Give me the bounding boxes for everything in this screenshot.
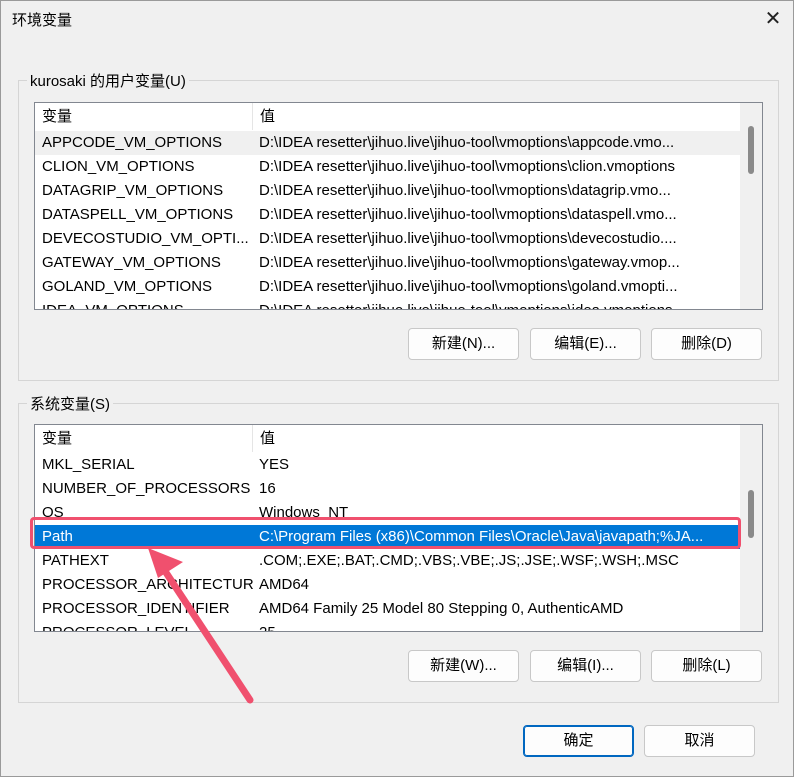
dialog-title: 环境变量 bbox=[12, 12, 73, 29]
table-row[interactable]: PATHEXT .COM;.EXE;.BAT;.CMD;.VBS;.VBE;.JS… bbox=[35, 549, 741, 573]
variable-name: DATASPELL_VM_OPTIONS bbox=[42, 206, 234, 223]
variable-value: D:\IDEA resetter\jihuo.live\jihuo-tool\v… bbox=[259, 254, 680, 271]
variable-name: DEVECOSTUDIO_VM_OPTI... bbox=[42, 230, 249, 247]
user-edit-button[interactable]: 编辑(E)... bbox=[530, 328, 641, 360]
system-edit-button[interactable]: 编辑(I)... bbox=[530, 650, 641, 682]
variable-value: D:\IDEA resetter\jihuo.live\jihuo-tool\v… bbox=[259, 230, 677, 247]
variable-value: 25 bbox=[253, 621, 741, 631]
table-row[interactable]: APPCODE_VM_OPTIONS D:\IDEA resetter\jihuo… bbox=[35, 131, 741, 155]
variable-name: PATHEXT bbox=[42, 552, 109, 569]
variable-value: D:\IDEA resetter\jihuo.live\jihuo-tool\v… bbox=[259, 278, 678, 295]
table-row[interactable]: DEVECOSTUDIO_VM_OPTI... D:\IDEA resetter\… bbox=[35, 227, 741, 251]
scrollbar[interactable] bbox=[740, 425, 762, 631]
variable-name: NUMBER_OF_PROCESSORS bbox=[42, 480, 251, 497]
list-header: 变量 值 bbox=[35, 425, 741, 453]
variable-name: DATAGRIP_VM_OPTIONS bbox=[42, 182, 224, 199]
column-header-value[interactable]: 值 bbox=[253, 425, 275, 452]
column-header-variable[interactable]: 变量 bbox=[35, 103, 253, 130]
variable-value: YES bbox=[259, 456, 290, 473]
variable-name: CLION_VM_OPTIONS bbox=[42, 158, 195, 175]
variable-value: Windows_NT bbox=[259, 504, 349, 521]
variable-name: GOLAND_VM_OPTIONS bbox=[42, 278, 213, 295]
user-delete-button[interactable]: 删除(D) bbox=[651, 328, 762, 360]
system-new-button[interactable]: 新建(W)... bbox=[408, 650, 519, 682]
user-variables-list[interactable]: 变量 值 APPCODE_VM_OPTIONS D:\IDEA resetter\… bbox=[34, 102, 763, 310]
variable-name: PROCESSOR_LEVEL bbox=[35, 621, 253, 631]
variable-name: PROCESSOR_ARCHITECTURE bbox=[42, 576, 253, 593]
table-row[interactable]: OS Windows_NT bbox=[35, 501, 741, 525]
cancel-button[interactable]: 取消 bbox=[644, 725, 755, 757]
variable-name: OS bbox=[42, 504, 64, 521]
variable-name: APPCODE_VM_OPTIONS bbox=[42, 134, 223, 151]
table-row[interactable]: MKL_SERIAL YES bbox=[35, 453, 741, 477]
variable-value: D:\IDEA resetter\jihuo.live\jihuo-tool\v… bbox=[259, 134, 675, 151]
variable-value: D:\IDEA resetter\jihuo.live\jihuo-tool\v… bbox=[259, 158, 676, 175]
scrollbar[interactable] bbox=[740, 103, 762, 309]
variable-name: Path bbox=[42, 528, 73, 545]
close-icon[interactable]: ✕ bbox=[761, 7, 785, 31]
variable-name: MKL_SERIAL bbox=[42, 456, 135, 473]
variable-name: GATEWAY_VM_OPTIONS bbox=[42, 254, 221, 271]
system-variables-legend: 系统变量(S) bbox=[27, 393, 113, 414]
variable-value: D:\IDEA resetter\jihuo.live\jihuo-tool\v… bbox=[259, 206, 677, 223]
column-header-value[interactable]: 值 bbox=[253, 103, 275, 130]
table-row[interactable]: PROCESSOR_ARCHITECTURE AMD64 bbox=[35, 573, 741, 597]
table-row[interactable]: PROCESSOR_IDENTIFIER AMD64 Family 25 Mode… bbox=[35, 597, 741, 621]
table-row[interactable]: GATEWAY_VM_OPTIONS D:\IDEA resetter\jihuo… bbox=[35, 251, 741, 275]
system-variables-list[interactable]: 变量 值 MKL_SERIAL YES NUMBER_OF_PROCESSORS 16… bbox=[34, 424, 763, 632]
variable-value: 16 bbox=[259, 480, 276, 497]
environment-variables-dialog: 环境变量 ✕ kurosaki 的用户变量(U) 变量 值 APPCODE_VM… bbox=[0, 0, 794, 777]
variable-value: C:\Program Files (x86)\Common Files\Orac… bbox=[259, 528, 704, 545]
table-row[interactable]: IDEA_VM_OPTIONSD:\IDEA resetter\jihuo.li… bbox=[35, 299, 741, 309]
variable-name: IDEA_VM_OPTIONS bbox=[35, 299, 253, 309]
table-row[interactable]: CLION_VM_OPTIONS D:\IDEA resetter\jihuo.l… bbox=[35, 155, 741, 179]
variable-value: D:\IDEA resetter\jihuo.live\jihuo-tool\v… bbox=[259, 182, 671, 199]
table-row[interactable]: GOLAND_VM_OPTIONS D:\IDEA resetter\jihuo.… bbox=[35, 275, 741, 299]
user-variables-legend: kurosaki 的用户变量(U) bbox=[27, 70, 189, 91]
scrollbar-thumb[interactable] bbox=[748, 490, 754, 538]
variable-value: AMD64 bbox=[259, 576, 310, 593]
user-new-button[interactable]: 新建(N)... bbox=[408, 328, 519, 360]
variable-value: AMD64 Family 25 Model 80 Stepping 0, Aut… bbox=[259, 600, 624, 617]
variable-value: D:\IDEA resetter\jihuo.live\jihuo-tool\v… bbox=[253, 299, 741, 309]
scrollbar-thumb[interactable] bbox=[748, 126, 754, 174]
column-header-variable[interactable]: 变量 bbox=[35, 425, 253, 452]
table-row[interactable]: DATAGRIP_VM_OPTIONS D:\IDEA resetter\jihu… bbox=[35, 179, 741, 203]
system-delete-button[interactable]: 删除(L) bbox=[651, 650, 762, 682]
table-row[interactable]: Path C:\Program Files (x86)\Common Files\… bbox=[35, 525, 741, 549]
table-row[interactable]: DATASPELL_VM_OPTIONS D:\IDEA resetter\jih… bbox=[35, 203, 741, 227]
table-row[interactable]: NUMBER_OF_PROCESSORS 16 bbox=[35, 477, 741, 501]
table-row[interactable]: PROCESSOR_LEVEL25 bbox=[35, 621, 741, 631]
ok-button[interactable]: 确定 bbox=[523, 725, 634, 757]
variable-name: PROCESSOR_IDENTIFIER bbox=[42, 600, 230, 617]
list-header: 变量 值 bbox=[35, 103, 741, 131]
variable-value: .COM;.EXE;.BAT;.CMD;.VBS;.VBE;.JS;.JSE;.… bbox=[259, 552, 679, 569]
